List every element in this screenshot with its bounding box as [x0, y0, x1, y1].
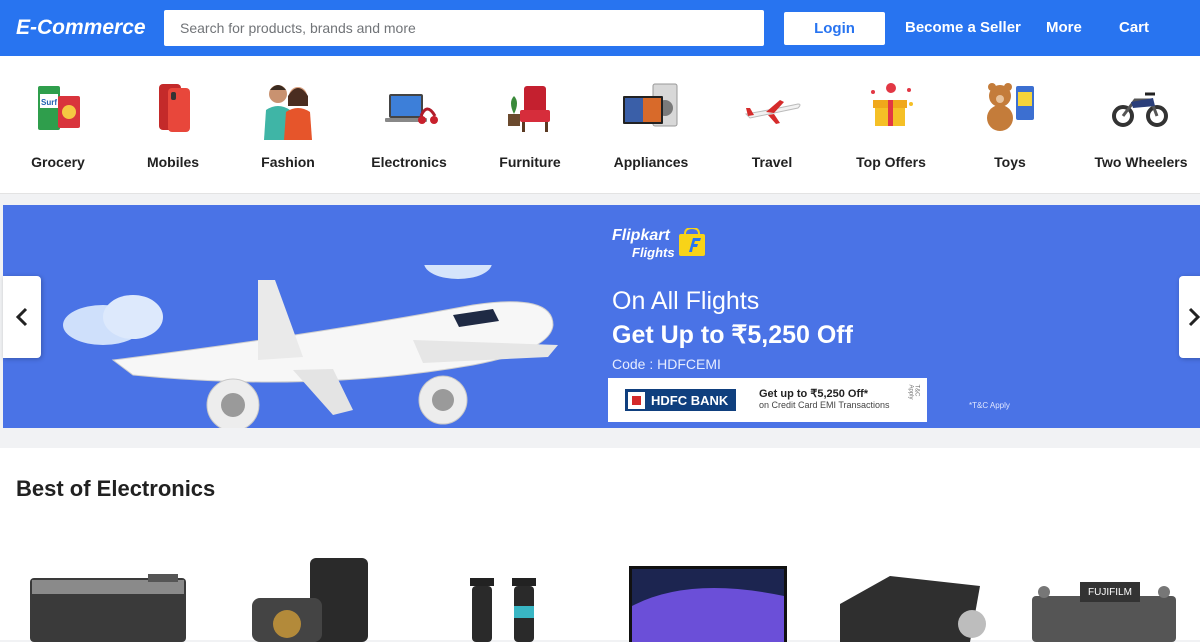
- hdfc-bank-logo: HDFC BANK: [625, 389, 736, 411]
- fashion-icon: [264, 85, 312, 140]
- chevron-right-icon: [1188, 307, 1200, 327]
- category-label: Appliances: [613, 154, 689, 170]
- armchair-icon: [508, 86, 550, 132]
- category-furniture[interactable]: Furniture: [470, 76, 590, 186]
- category-mobiles[interactable]: Mobiles: [113, 76, 233, 186]
- svg-text:Surf: Surf: [41, 98, 57, 107]
- banner-headline: On All Flights: [612, 287, 760, 315]
- category-electronics[interactable]: Electronics: [349, 76, 469, 186]
- camera-product[interactable]: FUJIFILM: [1030, 582, 1178, 642]
- category-two-wheelers[interactable]: Two Wheelers: [1081, 76, 1200, 186]
- category-label: Grocery: [31, 154, 85, 170]
- flipkart-flights-brand: Flipkart Flights: [612, 227, 675, 261]
- motorcycle-icon: [1112, 92, 1168, 127]
- search-bar[interactable]: [164, 10, 764, 46]
- category-label: Electronics: [371, 154, 447, 170]
- printer-product[interactable]: [28, 572, 188, 642]
- bank-offer-text: Get up to ₹5,250 Off*: [759, 388, 869, 400]
- banner-offer: Get Up to ₹5,250 Off: [612, 321, 853, 349]
- become-seller-link[interactable]: Become a Seller: [905, 19, 1021, 37]
- mobile-phone-icon: [159, 84, 190, 132]
- top-header: E-Commerce Login Become a Seller More Ca…: [0, 0, 1200, 56]
- appliances-icon: [623, 83, 678, 127]
- bank-offer-box: HDFC BANK Get up to ₹5,250 Off* on Credi…: [608, 378, 927, 422]
- site-logo[interactable]: E-Commerce: [16, 16, 146, 40]
- category-label: Toys: [994, 154, 1026, 170]
- teddy-bear-icon: [987, 83, 1034, 131]
- category-label: Mobiles: [146, 154, 200, 170]
- flipkart-logo-icon: [679, 228, 705, 256]
- promo-banner[interactable]: Flipkart Flights On All Flights Get Up t…: [3, 205, 1200, 428]
- category-bar: Surf Grocery Mobiles Fashion Electronics…: [0, 56, 1200, 194]
- bank-name: HDFC BANK: [651, 392, 729, 408]
- power-bank-product[interactable]: [250, 556, 370, 642]
- category-fashion[interactable]: Fashion: [228, 76, 348, 186]
- banner-code: Code : HDFCEMI: [612, 356, 721, 372]
- brand-line-2: Flights: [632, 245, 675, 260]
- more-menu[interactable]: More: [1046, 19, 1082, 37]
- login-button[interactable]: Login: [784, 12, 885, 45]
- bank-tc-text: T&C Apply: [907, 384, 920, 400]
- bank-offer-subtext: on Credit Card EMI Transactions: [759, 400, 890, 410]
- monitor-product[interactable]: [629, 566, 787, 642]
- svg-text:FUJIFILM: FUJIFILM: [1088, 587, 1132, 598]
- category-label: Fashion: [261, 154, 315, 170]
- airplane-illustration: [63, 265, 558, 428]
- terms-text: *T&C Apply: [969, 401, 1010, 410]
- bank-logo-icon: [628, 391, 645, 409]
- carousel-next-button[interactable]: [1179, 276, 1200, 358]
- chevron-left-icon: [15, 307, 28, 327]
- carousel-prev-button[interactable]: [3, 276, 41, 358]
- airplane-icon: [744, 100, 801, 124]
- brand-line-1: Flipkart: [612, 227, 670, 244]
- category-travel[interactable]: Travel: [712, 76, 832, 186]
- category-grocery[interactable]: Surf Grocery: [0, 76, 118, 186]
- category-appliances[interactable]: Appliances: [591, 76, 711, 186]
- search-input[interactable]: [164, 10, 764, 46]
- grocery-icon: Surf: [38, 86, 80, 130]
- category-label: Top Offers: [856, 154, 926, 170]
- section-title: Best of Electronics: [16, 476, 216, 501]
- category-toys[interactable]: Toys: [950, 76, 1070, 186]
- cart-link[interactable]: Cart: [1119, 19, 1149, 37]
- gift-icon: [871, 83, 913, 126]
- projector-product[interactable]: [830, 574, 990, 642]
- category-label: Furniture: [499, 154, 561, 170]
- laptop-icon: [385, 94, 438, 124]
- category-label: Two Wheelers: [1094, 154, 1188, 170]
- trimmer-product[interactable]: [466, 576, 546, 642]
- best-of-electronics-section: Best of Electronics FUJIFILM: [0, 448, 1200, 642]
- category-top-offers[interactable]: Top Offers: [831, 76, 951, 186]
- category-label: Travel: [751, 154, 793, 170]
